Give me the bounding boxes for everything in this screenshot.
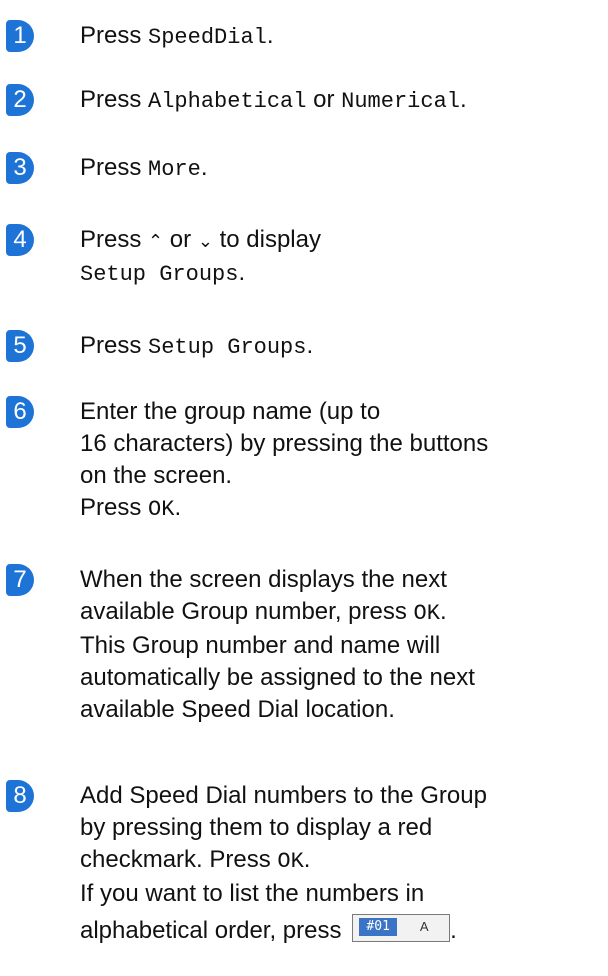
step-number-badge: 4 (6, 224, 34, 256)
step-text: When the screen displays the next availa… (80, 566, 475, 723)
button-name: OK (148, 497, 175, 522)
button-name: OK (413, 601, 440, 626)
step-number-badge: 7 (6, 564, 34, 596)
step-number-badge: 8 (6, 780, 34, 812)
step-number-badge: 6 (6, 396, 34, 428)
button-name: Alphabetical (148, 89, 307, 114)
button-name: Setup Groups (148, 335, 307, 360)
step-text: Press Alphabetical or Numerical. (80, 86, 467, 114)
button-name: SpeedDial (148, 25, 267, 50)
step-text: Add Speed Dial numbers to the Group by p… (80, 782, 487, 944)
button-name: More (148, 157, 201, 182)
up-arrow-icon: ⌃ (148, 231, 164, 251)
step-text: Press SpeedDial. (80, 22, 274, 50)
step-number-badge: 5 (6, 330, 34, 362)
button-name: Setup Groups (80, 262, 239, 287)
button-name: OK (277, 849, 304, 874)
sort-alphabetical-button-icon: #01 A (352, 914, 451, 942)
step-text: Press Setup Groups. (80, 332, 314, 360)
button-name: Numerical (341, 89, 460, 114)
step-number-badge: 2 (6, 84, 34, 116)
step-number-badge: 1 (6, 20, 34, 52)
step-text: Press ⌃ or ⌄ to display Setup Groups. (80, 226, 321, 287)
step-text: Press More. (80, 154, 208, 182)
down-arrow-icon: ⌄ (197, 231, 213, 251)
step-number-badge: 3 (6, 152, 34, 184)
step-text: Enter the group name (up to 16 character… (80, 398, 489, 522)
